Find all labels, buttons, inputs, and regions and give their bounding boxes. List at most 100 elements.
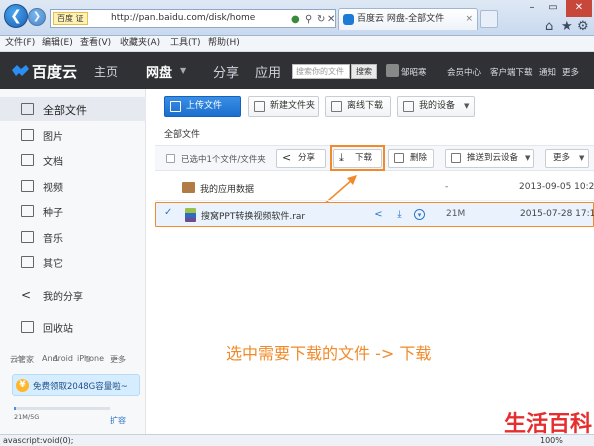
sidebar-item-label: 文档: [43, 157, 63, 168]
menu-edit[interactable]: 编辑(E): [42, 36, 73, 51]
promo-banner[interactable]: ¥ 免费领取2048G容量啦~: [12, 374, 140, 396]
download-icon[interactable]: ⤓: [394, 209, 405, 220]
sidebar-item-videos[interactable]: 视频: [0, 174, 146, 198]
menu-favorites[interactable]: 收藏夹(A): [120, 36, 160, 51]
table-row[interactable]: ✓ 搜窝PPT转换视频软件.rar < ⤓ ▾ 21M 2015-07-28 1…: [155, 202, 594, 227]
more-button[interactable]: 更多 ▼: [545, 149, 589, 168]
refresh-icon[interactable]: ↻: [317, 11, 325, 28]
link-notifications[interactable]: 通知: [539, 66, 556, 78]
chevron-down-icon[interactable]: ▼: [180, 66, 186, 75]
forward-button[interactable]: ❯: [28, 8, 46, 26]
table-row[interactable]: 我的应用数据 - 2013-09-05 10:28: [155, 176, 594, 201]
file-date: 2013-09-05 10:28: [519, 182, 594, 192]
chevron-down-icon[interactable]: ▾: [414, 209, 425, 220]
back-button[interactable]: ❮: [4, 4, 28, 28]
site-header: 百度云 主页 网盘 ▼ 分享 应用 搜索你的文件 搜索 邹昭寒 会员中心 客户端…: [0, 52, 594, 89]
more-label: 更多: [553, 153, 571, 163]
baidu-cloud-logo-icon[interactable]: [8, 62, 30, 78]
search-input[interactable]: 搜索你的文件: [292, 64, 350, 79]
zoom-level[interactable]: 100%: [540, 435, 563, 446]
link-more[interactable]: 更多: [562, 66, 579, 78]
search-icon[interactable]: ⚲: [305, 11, 312, 28]
device-more[interactable]: 更多: [110, 354, 126, 365]
stop-icon[interactable]: ✕: [327, 11, 335, 28]
status-text: avascript:void(0);: [3, 436, 74, 445]
logo-text[interactable]: 百度云: [32, 61, 77, 82]
share-icon[interactable]: <: [373, 209, 384, 220]
select-all-checkbox[interactable]: [166, 154, 175, 163]
avatar[interactable]: [386, 64, 399, 77]
gear-icon[interactable]: ⚙: [577, 19, 589, 34]
sidebar-item-images[interactable]: 图片: [0, 123, 146, 147]
status-bar: avascript:void(0); 100%: [0, 434, 594, 446]
minimize-button[interactable]: –: [522, 0, 542, 17]
nav-share[interactable]: 分享: [213, 62, 239, 81]
offline-download-button[interactable]: 离线下载: [325, 96, 391, 117]
new-tab-button[interactable]: [480, 10, 498, 28]
breadcrumb[interactable]: 全部文件: [164, 127, 200, 140]
nav-disk[interactable]: 网盘: [146, 62, 172, 81]
all-files-icon: [21, 103, 34, 115]
device-android[interactable]: Android: [42, 354, 73, 363]
new-folder-button[interactable]: 新建文件夹: [248, 96, 319, 117]
share-icon: <: [21, 288, 32, 302]
nav-apps[interactable]: 应用: [255, 62, 281, 81]
delete-button[interactable]: 删除: [388, 149, 434, 168]
offline-download-label: 离线下载: [347, 101, 384, 111]
instruction-caption: 选中需要下载的文件 -> 下载: [226, 344, 432, 363]
device-icon: [451, 153, 461, 163]
tab-close-icon[interactable]: ×: [465, 9, 473, 29]
selection-count: 已选中1个文件/文件夹: [181, 155, 266, 165]
forward-icon: ❯: [32, 11, 42, 22]
browser-chrome: ❮ ❯ 百度 证 http://pan.baidu.com/disk/home …: [0, 0, 594, 36]
file-date: 2015-07-28 17:14: [520, 209, 594, 219]
nav-home[interactable]: 主页: [94, 63, 118, 80]
username[interactable]: 邹昭寒: [401, 66, 427, 78]
expand-storage-link[interactable]: 扩容: [110, 415, 126, 426]
my-devices-label: 我的设备: [419, 101, 456, 111]
sidebar-item-documents[interactable]: 文档: [0, 148, 146, 172]
menu-view[interactable]: 查看(V): [80, 36, 111, 51]
maximize-button[interactable]: ▭: [543, 0, 563, 17]
sidebar-item-my-shares[interactable]: < 我的分享: [0, 283, 146, 307]
file-size: 21M: [446, 209, 466, 219]
search-button[interactable]: 搜索: [351, 64, 377, 79]
favorites-star-icon[interactable]: ★: [561, 19, 573, 34]
address-url[interactable]: http://pan.baidu.com/disk/home: [111, 10, 255, 27]
quota-fill: [14, 407, 16, 410]
file-name[interactable]: 我的应用数据: [200, 182, 254, 195]
file-name[interactable]: 搜窝PPT转换视频软件.rar: [201, 209, 305, 222]
sidebar-item-other[interactable]: 其它: [0, 250, 146, 274]
sidebar: 全部文件 图片 文档 视频 种子 音乐 其它 < 我的分享 回收站 ▭ ♙ ▯ …: [0, 89, 146, 434]
site-verified-badge: 百度 证: [53, 12, 88, 25]
home-icon[interactable]: ⌂: [545, 19, 553, 34]
menu-tools[interactable]: 工具(T): [170, 36, 201, 51]
push-to-device-button[interactable]: 推送到云设备 ▼: [445, 149, 534, 168]
image-icon: [21, 129, 34, 141]
rar-file-icon: [185, 208, 196, 222]
link-client-download[interactable]: 客户端下载: [490, 66, 533, 78]
menu-file[interactable]: 文件(F): [5, 36, 35, 51]
menu-bar: 文件(F) 编辑(E) 查看(V) 收藏夹(A) 工具(T) 帮助(H): [0, 36, 594, 52]
sidebar-item-label: 其它: [43, 259, 63, 270]
sidebar-item-label: 音乐: [43, 234, 63, 245]
close-window-button[interactable]: ✕: [566, 0, 592, 17]
address-bar[interactable]: 百度 证 http://pan.baidu.com/disk/home ● ⚲ …: [50, 9, 336, 28]
tab-active[interactable]: 百度云 网盘-全部文件 ×: [338, 8, 478, 30]
sidebar-item-torrents[interactable]: 种子: [0, 199, 146, 223]
new-folder-icon: [254, 101, 265, 112]
device-cloud-manager[interactable]: 云管家: [10, 354, 34, 365]
compat-icon[interactable]: ●: [291, 11, 300, 28]
menu-help[interactable]: 帮助(H): [208, 36, 240, 51]
new-folder-label: 新建文件夹: [270, 101, 316, 111]
share-button[interactable]: < 分享: [276, 149, 326, 168]
tab-title: 百度云 网盘-全部文件: [357, 14, 445, 24]
device-iphone[interactable]: iPhone: [77, 354, 104, 363]
sidebar-item-music[interactable]: 音乐: [0, 225, 146, 249]
link-vip-center[interactable]: 会员中心: [447, 66, 481, 78]
my-devices-button[interactable]: 我的设备 ▼: [397, 96, 475, 117]
sidebar-item-all-files[interactable]: 全部文件: [0, 97, 146, 121]
checked-icon[interactable]: ✓: [164, 207, 172, 218]
sidebar-item-trash[interactable]: 回收站: [0, 315, 146, 339]
upload-button[interactable]: 上传文件: [164, 96, 241, 117]
